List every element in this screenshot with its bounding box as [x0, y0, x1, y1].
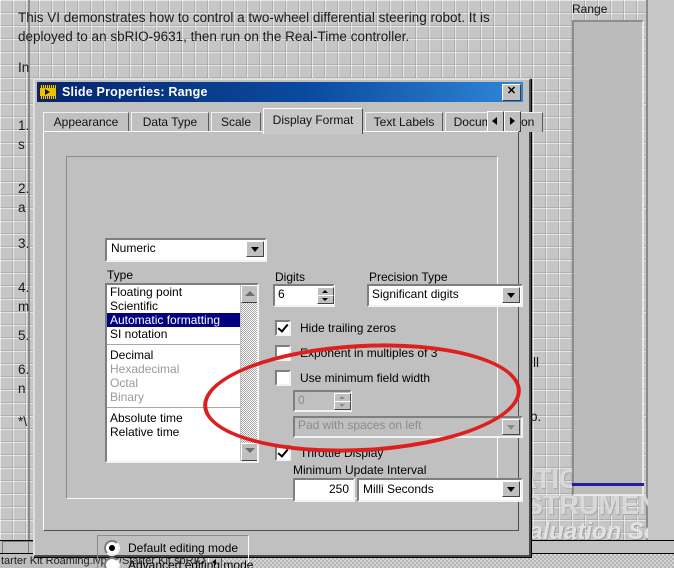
- list-item-text: n: [18, 381, 26, 396]
- list-item-text: m: [18, 299, 30, 314]
- min-field-width-row[interactable]: Use minimum field width: [275, 370, 430, 386]
- list-item-text: a: [18, 200, 26, 215]
- list-item-number: 2.: [18, 181, 30, 196]
- precision-type-label: Precision Type: [369, 270, 448, 284]
- dialog-tabstrip: Appearance Data Type Scale Display Forma…: [43, 108, 543, 134]
- close-icon[interactable]: ✕: [502, 84, 521, 101]
- digits-label: Digits: [275, 270, 306, 284]
- list-item[interactable]: Relative time: [107, 425, 257, 439]
- exponent-multiples-label: Exponent in multiples of 3: [300, 346, 438, 360]
- digits-value: 6: [278, 287, 285, 301]
- stepper-down-icon[interactable]: [317, 295, 334, 304]
- dialog-titlebar[interactable]: Slide Properties: Range ✕: [37, 82, 523, 102]
- list-item: Hexadecimal: [110, 362, 180, 376]
- list-separator: [107, 344, 257, 345]
- throttle-display-label: Throttle Display: [300, 446, 384, 460]
- default-editing-mode-row[interactable]: Default editing mode: [104, 540, 238, 556]
- list-item: Octal: [110, 376, 139, 390]
- format-class-combo-value: Numeric: [111, 241, 156, 255]
- tab-scroll-right-icon[interactable]: [504, 111, 521, 132]
- min-update-interval-input[interactable]: 250: [293, 478, 355, 502]
- pad-mode-combo: Pad with spaces on left: [293, 416, 523, 438]
- min-field-width-label: Use minimum field width: [300, 371, 431, 385]
- list-item[interactable]: Scientific: [107, 299, 257, 313]
- list-item: Binary: [110, 390, 145, 404]
- precision-type-value: Significant digits: [372, 287, 459, 301]
- hide-trailing-zeros-label: Hide trailing zeros: [300, 321, 397, 335]
- min-field-width-value: 0: [298, 393, 305, 407]
- chevron-down-icon[interactable]: [502, 481, 520, 497]
- chevron-down-icon: [502, 419, 520, 435]
- list-item[interactable]: Floating point: [107, 285, 257, 299]
- stepper-down-icon: [334, 401, 351, 410]
- list-item-number: 5.: [18, 328, 30, 343]
- range-slide-control[interactable]: [572, 20, 644, 496]
- advanced-editing-mode-radio[interactable]: [104, 557, 120, 568]
- digits-stepper[interactable]: [317, 287, 334, 304]
- default-editing-mode-label: Default editing mode: [128, 541, 239, 555]
- hide-trailing-zeros-row[interactable]: Hide trailing zeros: [275, 320, 396, 336]
- tab-scale[interactable]: Scale: [211, 112, 261, 132]
- tab-display-format[interactable]: Display Format: [263, 108, 363, 134]
- list-item[interactable]: Automatic formatting: [107, 313, 257, 327]
- precision-type-combo[interactable]: Significant digits: [367, 284, 523, 307]
- tab-appearance[interactable]: Appearance: [43, 112, 129, 132]
- chevron-down-icon[interactable]: [246, 241, 264, 257]
- right-text-fragment: ill: [530, 355, 539, 370]
- range-control-label: Range: [572, 2, 608, 16]
- min-update-interval-value: 250: [328, 482, 349, 496]
- list-item-number: 3.: [18, 236, 30, 251]
- list-item[interactable]: SI notation: [107, 327, 257, 341]
- exponent-multiples-checkbox[interactable]: [275, 345, 291, 361]
- exponent-multiples-row[interactable]: Exponent in multiples of 3: [275, 345, 437, 361]
- instructions-heading: In: [18, 60, 30, 75]
- min-update-interval-label: Minimum Update Interval: [293, 463, 427, 477]
- list-item-number: 1.: [18, 118, 30, 133]
- min-field-width-stepper: [334, 393, 351, 410]
- tab-scroll-left-icon[interactable]: [487, 111, 504, 132]
- scroll-up-icon[interactable]: [241, 285, 257, 303]
- digits-input[interactable]: 6: [273, 284, 335, 307]
- throttle-display-row[interactable]: Throttle Display: [275, 445, 383, 461]
- screenshot-root: This VI demonstrates how to control a tw…: [0, 0, 674, 568]
- scroll-down-icon[interactable]: [241, 443, 257, 461]
- list-separator: [107, 407, 257, 408]
- tab-text-labels[interactable]: Text Labels: [365, 112, 443, 132]
- min-field-width-checkbox[interactable]: [275, 370, 291, 386]
- panel-right-margin: [648, 0, 674, 540]
- advanced-editing-mode-label: Advanced editing mode: [128, 558, 254, 568]
- hide-trailing-zeros-checkbox[interactable]: [275, 320, 291, 336]
- list-item-text: s: [18, 137, 25, 152]
- tab-data-type[interactable]: Data Type: [131, 112, 209, 132]
- type-list-scrollbar[interactable]: [240, 285, 257, 461]
- default-editing-mode-radio[interactable]: [104, 540, 120, 556]
- dialog-title: Slide Properties: Range: [62, 85, 208, 99]
- list-item[interactable]: Decimal: [107, 348, 257, 362]
- list-item[interactable]: Absolute time: [107, 411, 257, 425]
- pad-mode-value: Pad with spaces on left: [298, 418, 422, 432]
- labview-vi-icon: [39, 84, 57, 100]
- right-text-fragment: p.: [530, 409, 542, 424]
- footnote-text: *\: [18, 414, 28, 429]
- type-list-label: Type: [107, 268, 134, 282]
- min-field-width-input: 0: [293, 390, 352, 412]
- list-item-number: 4.: [18, 280, 30, 295]
- range-slider-pointer[interactable]: [572, 483, 644, 486]
- chevron-down-icon[interactable]: [502, 287, 520, 303]
- type-listbox[interactable]: Floating point Scientific Automatic form…: [105, 283, 259, 463]
- min-update-interval-units-value: Milli Seconds: [363, 482, 434, 496]
- advanced-editing-mode-row[interactable]: Advanced editing mode: [104, 557, 253, 568]
- vi-description-text: This VI demonstrates how to control a tw…: [18, 10, 490, 44]
- slide-properties-dialog: Slide Properties: Range ✕ Appearance Dat…: [33, 78, 543, 568]
- list-item-number: 6.: [18, 362, 30, 377]
- editing-mode-group: Default editing mode Advanced editing mo…: [97, 535, 253, 568]
- format-class-combo[interactable]: Numeric: [105, 238, 267, 262]
- throttle-display-checkbox[interactable]: [275, 445, 291, 461]
- min-update-interval-units-combo[interactable]: Milli Seconds: [357, 478, 523, 502]
